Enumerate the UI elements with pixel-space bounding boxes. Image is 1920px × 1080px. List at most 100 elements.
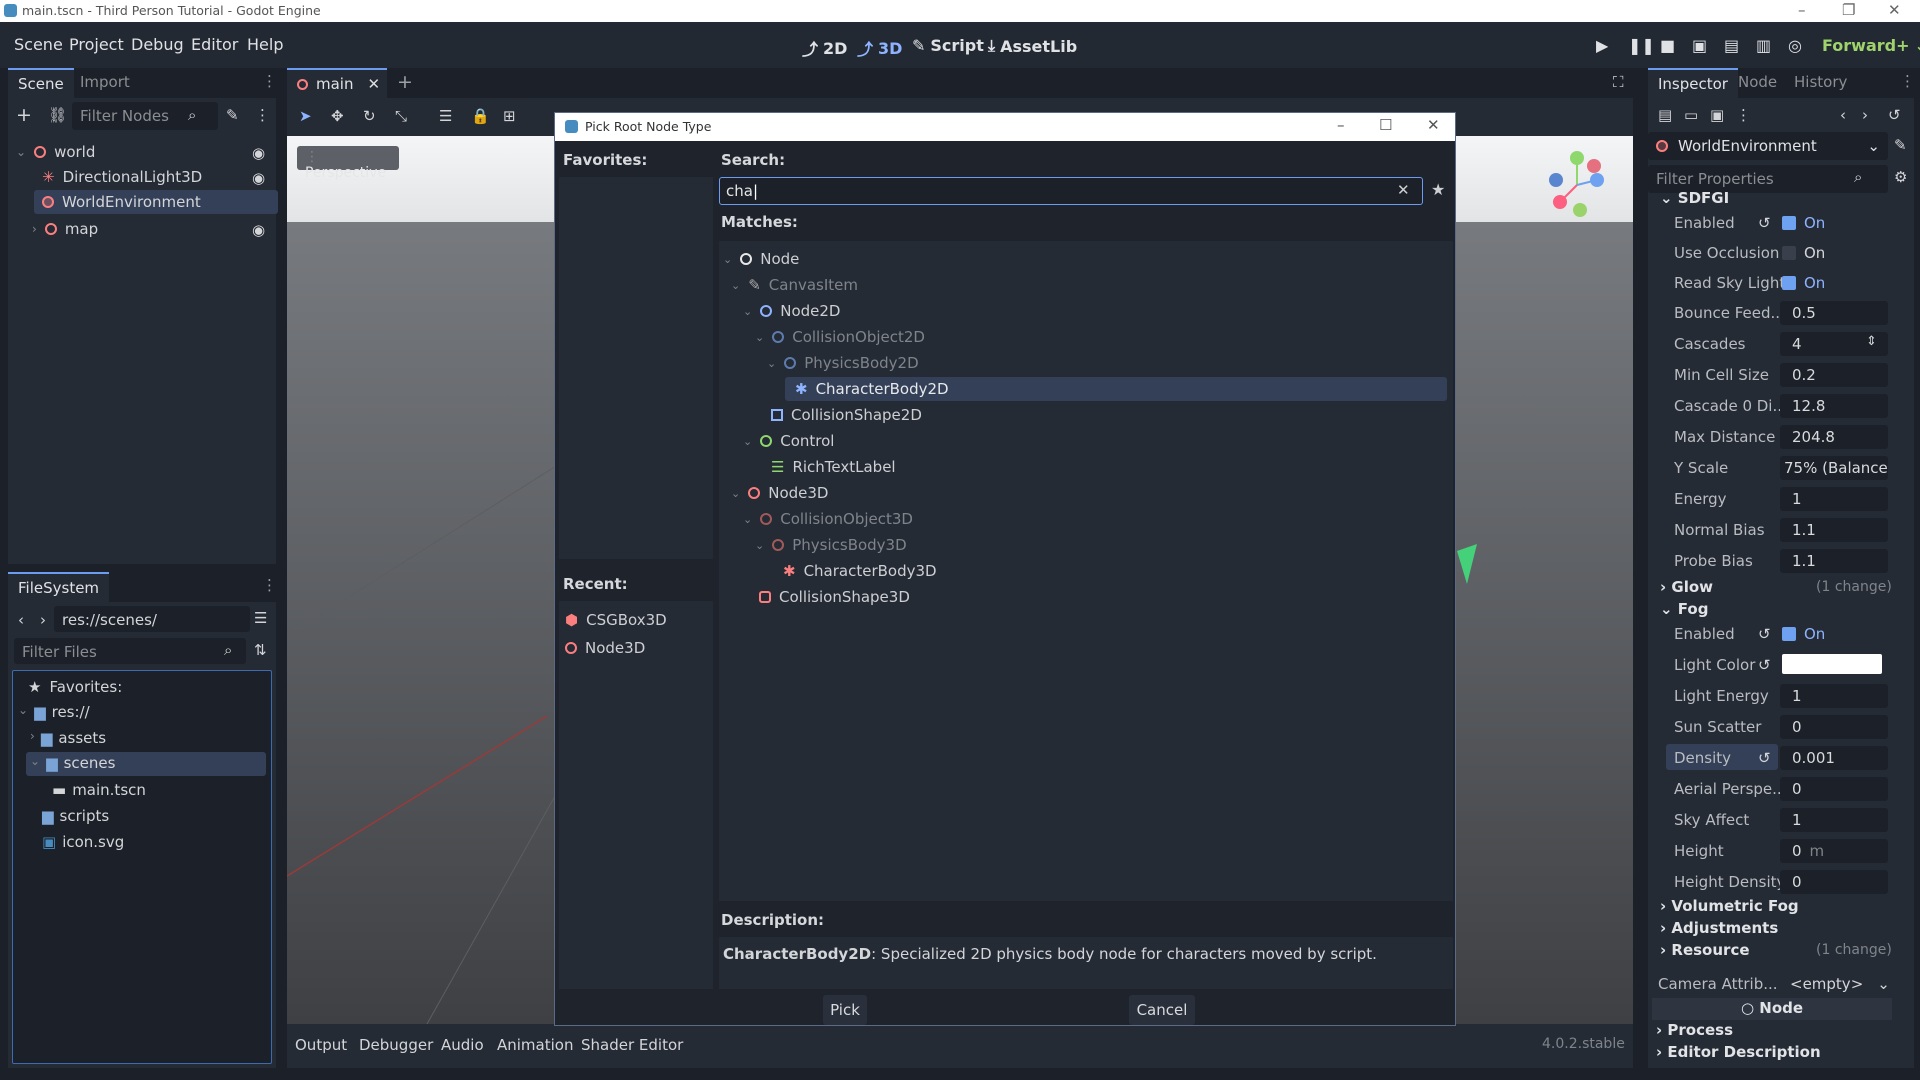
tab-debugger[interactable]: Debugger xyxy=(359,1036,433,1054)
tree-control[interactable]: ⌄ Control xyxy=(743,429,834,453)
movie-maker-icon[interactable]: ◎ xyxy=(1788,36,1802,55)
tree-collisionobject3d[interactable]: ⌄ CollisionObject3D xyxy=(743,507,913,531)
section-resource[interactable]: › Resource xyxy=(1660,941,1750,959)
play-scene-icon[interactable]: ▤ xyxy=(1724,36,1739,55)
save-icon[interactable]: ▣ xyxy=(1710,106,1724,124)
new-resource-icon[interactable]: ▤ xyxy=(1658,106,1672,124)
sky-affect-field[interactable]: 1 xyxy=(1780,808,1888,832)
tree-collisionobject2d[interactable]: ⌄ CollisionObject2D xyxy=(755,325,925,349)
revert-icon[interactable]: ↺ xyxy=(1758,625,1771,643)
revert-icon[interactable]: ↺ xyxy=(1758,214,1771,232)
max-distance-field[interactable]: 204.8 xyxy=(1780,425,1888,449)
revert-icon[interactable]: ↺ xyxy=(1758,749,1771,767)
workspace-script-button[interactable]: ✎ Script xyxy=(912,36,984,55)
menu-editor[interactable]: Editor xyxy=(191,35,238,54)
close-tab-icon[interactable]: ✕ xyxy=(367,75,380,93)
aerial-perspective-field[interactable]: 0 xyxy=(1780,777,1888,801)
tab-scene[interactable]: Scene xyxy=(8,68,74,98)
section-adjustments[interactable]: › Adjustments xyxy=(1660,919,1778,937)
group-icon[interactable]: ⊞ xyxy=(503,107,516,125)
y-scale-dropdown[interactable]: 75% (Balanced) xyxy=(1780,456,1888,480)
tree-richtextlabel[interactable]: ☰ RichTextLabel xyxy=(771,455,896,479)
tab-history[interactable]: History xyxy=(1784,68,1857,98)
menu-debug[interactable]: Debug xyxy=(131,35,184,54)
path-input[interactable]: res://scenes/ xyxy=(54,606,250,632)
tree-item-world[interactable]: ⌄ world xyxy=(16,143,95,161)
height-density-field[interactable]: 0 xyxy=(1780,870,1888,894)
tree-item-worldenvironment[interactable]: WorldEnvironment xyxy=(34,190,278,214)
lock-icon[interactable]: 🔒 xyxy=(471,107,490,125)
workspace-3d-button[interactable]: ⤴ 3D xyxy=(857,36,902,60)
dock-menu-icon[interactable]: ⋮ xyxy=(1900,72,1915,90)
minimize-icon[interactable]: – xyxy=(1798,1,1806,19)
tree-physicsbody2d[interactable]: ⌄ PhysicsBody2D xyxy=(767,351,919,375)
scene-menu-icon[interactable]: ⋮ xyxy=(255,106,270,124)
tree-physicsbody3d[interactable]: ⌄ PhysicsBody3D xyxy=(755,533,907,557)
section-process[interactable]: › Process xyxy=(1656,1021,1733,1039)
close-icon[interactable]: ✕ xyxy=(1888,1,1901,19)
tree-collisionshape2d[interactable]: CollisionShape2D xyxy=(771,403,922,427)
dock-menu-icon[interactable]: ⋮ xyxy=(262,576,277,594)
add-tab-icon[interactable]: + xyxy=(397,71,413,93)
forward-icon[interactable]: › xyxy=(40,611,46,629)
tab-filesystem[interactable]: FileSystem xyxy=(8,572,110,602)
perspective-menu[interactable]: ⋮ Perspective xyxy=(297,146,399,181)
property-settings-icon[interactable]: ⚙ xyxy=(1894,168,1907,186)
clear-search-icon[interactable]: ✕ xyxy=(1397,181,1410,199)
light-energy-field[interactable]: 1 xyxy=(1780,684,1888,708)
link-icon[interactable]: ⛓ xyxy=(48,106,67,124)
tree-item-directionallight3d[interactable]: ✳ DirectionalLight3D xyxy=(42,168,202,186)
favorites-item[interactable]: ★ Favorites: xyxy=(28,678,122,696)
scale-tool-icon[interactable]: ⤡ xyxy=(395,107,407,125)
density-field[interactable]: 0.001 xyxy=(1780,746,1888,770)
add-node-icon[interactable]: + xyxy=(16,104,32,126)
back-icon[interactable]: ‹ xyxy=(18,611,24,629)
resource-menu-icon[interactable]: ⋮ xyxy=(1736,106,1751,124)
normal-bias-field[interactable]: 1.1 xyxy=(1780,518,1888,542)
visibility-eye-icon[interactable]: ◉ xyxy=(252,221,265,239)
menu-project[interactable]: Project xyxy=(69,35,124,54)
menu-help[interactable]: Help xyxy=(247,35,283,54)
favorite-star-icon[interactable]: ★ xyxy=(1431,180,1445,199)
tree-node[interactable]: ⌄ Node xyxy=(723,247,799,271)
sdfgi-enabled-checkbox[interactable] xyxy=(1782,216,1796,230)
section-fog[interactable]: ⌄ Fog xyxy=(1660,600,1708,618)
section-glow[interactable]: › Glow xyxy=(1660,578,1713,596)
tree-node3d[interactable]: ⌄ Node3D xyxy=(731,481,828,505)
cancel-button[interactable]: Cancel xyxy=(1129,995,1195,1025)
remote-debug-icon[interactable]: ▣ xyxy=(1692,36,1707,55)
distraction-free-icon[interactable]: ⛶ xyxy=(1613,73,1624,91)
stop-icon[interactable]: ■ xyxy=(1660,36,1675,55)
folder-res[interactable]: ⌄ ▆ res:// xyxy=(18,703,90,721)
probe-bias-field[interactable]: 1.1 xyxy=(1780,549,1888,573)
rotate-tool-icon[interactable]: ↻ xyxy=(363,107,376,125)
history-back-icon[interactable]: ‹ xyxy=(1840,106,1846,124)
search-input[interactable]: cha| xyxy=(719,177,1423,205)
read-sky-light-checkbox[interactable] xyxy=(1782,276,1796,290)
scene-script-icon[interactable]: ✎ xyxy=(226,106,239,124)
section-editor-description[interactable]: › Editor Description xyxy=(1656,1043,1821,1061)
tab-audio[interactable]: Audio xyxy=(441,1036,484,1054)
dock-menu-icon[interactable]: ⋮ xyxy=(262,72,277,90)
move-tool-icon[interactable]: ✥ xyxy=(331,107,344,125)
energy-field[interactable]: 1 xyxy=(1780,487,1888,511)
tree-characterbody3d[interactable]: ✱ CharacterBody3D xyxy=(783,559,937,583)
camera-attributes-picker[interactable]: <empty> ⌄ xyxy=(1790,975,1890,993)
tree-canvasitem[interactable]: ⌄ ✎ CanvasItem xyxy=(731,273,858,297)
favorites-list[interactable] xyxy=(559,177,713,559)
recent-item-node3d[interactable]: Node3D xyxy=(565,636,645,660)
filter-files-input[interactable]: Filter Files xyxy=(14,638,246,664)
minimize-icon[interactable]: – xyxy=(1337,116,1345,134)
section-sdfgi[interactable]: ⌄ SDFGI xyxy=(1660,189,1729,207)
split-mode-icon[interactable]: ☰ xyxy=(254,609,267,627)
play-icon[interactable]: ▶ xyxy=(1596,36,1608,55)
cascade0-distance-field[interactable]: 12.8 xyxy=(1780,394,1888,418)
bounce-feedback-field[interactable]: 0.5 xyxy=(1780,301,1888,325)
maximize-icon[interactable]: ❐ xyxy=(1842,1,1855,19)
workspace-assetlib-button[interactable]: ⤓ AssetLib xyxy=(988,36,1077,56)
file-main-tscn[interactable]: ▬ main.tscn xyxy=(52,781,146,799)
min-cell-size-field[interactable]: 0.2 xyxy=(1780,363,1888,387)
folder-scenes[interactable]: ⌄ ▆ scenes xyxy=(26,752,266,776)
workspace-2d-button[interactable]: ⤴ 2D xyxy=(802,36,847,60)
sun-scatter-field[interactable]: 0 xyxy=(1780,715,1888,739)
